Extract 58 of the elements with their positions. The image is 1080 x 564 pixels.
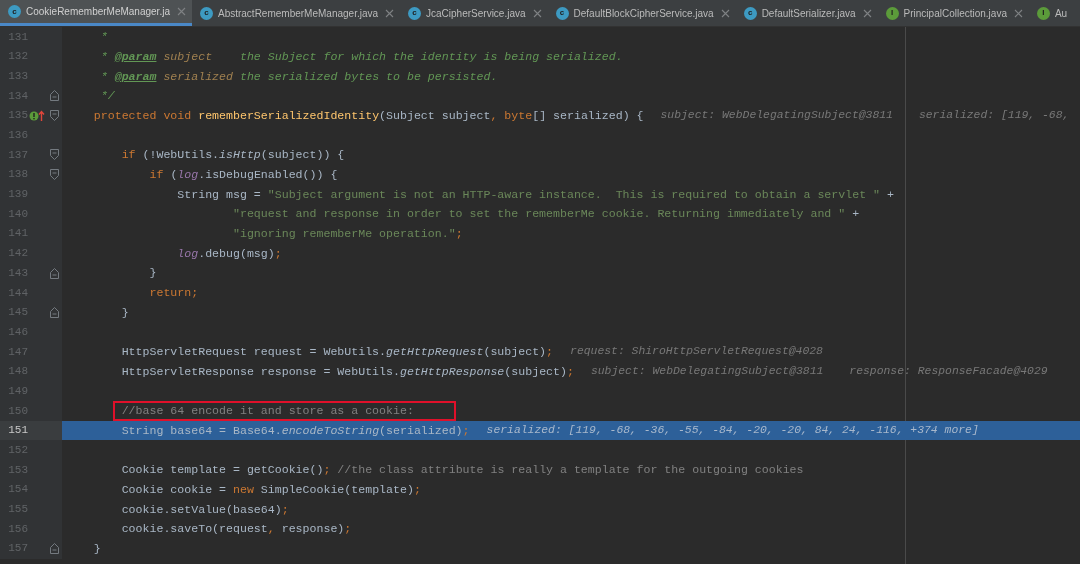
close-icon[interactable] [532, 8, 542, 18]
editor-tab[interactable]: c DefaultBlockCipherService.java [547, 0, 736, 26]
fold-marker-icon[interactable] [49, 543, 59, 555]
close-icon[interactable] [176, 7, 186, 16]
close-icon[interactable] [720, 8, 730, 18]
code-line: HttpServletResponse response = WebUtils.getHttpResponse(subject); [120, 363, 574, 380]
fold-marker-icon[interactable] [49, 169, 59, 181]
debug-value-hint: request: ShiroHttpServletRequest@4028 [570, 344, 823, 360]
code-line: log.debug(msg); [176, 245, 282, 262]
code-line: "ignoring rememberMe operation."; [231, 226, 463, 242]
class-icon: c [199, 6, 213, 20]
implements-marker-icon[interactable] [29, 109, 45, 122]
fold-marker-icon[interactable] [49, 90, 59, 102]
code-line: HttpServletRequest request = WebUtils.getHttpRequest(subject); [120, 344, 554, 361]
editor-tab[interactable]: c AbstractRememberMeManager.java [191, 0, 401, 26]
code-line: * [99, 29, 108, 46]
code-line: } [148, 265, 157, 282]
code-line: //base 64 encode it and store as a cookie: [120, 403, 414, 420]
code-line: String base64 = Base64.encodeToString(serialized); [120, 422, 470, 439]
class-icon: c [8, 5, 21, 18]
code-line: Cookie template = getCookie(); //the class attribute is really a template for the outgoing cookies [120, 462, 804, 479]
debug-value-hint: subject: WebDelegatingSubject@3811 [660, 108, 893, 124]
editor-tab[interactable]: I PrincipalCollection.java [877, 0, 1029, 26]
code-line: "request and response in order to set the rememberMe cookie. Returning immediately and " + [231, 206, 860, 223]
code-line: if (!WebUtils.isHttp(subject)) { [120, 147, 345, 164]
debug-value-hint: subject: WebDelegatingSubject@3811 [590, 363, 824, 379]
class-icon: c [555, 6, 569, 20]
debug-value-hint: serialized: [119, -68, [918, 108, 1070, 124]
fold-marker-icon[interactable] [49, 149, 59, 161]
code-line: * @param subject the Subject for which the identity is being serialized. [99, 48, 623, 65]
interface-icon: I [885, 6, 899, 20]
fold-marker-icon[interactable] [49, 267, 59, 279]
class-icon: c [743, 6, 757, 20]
code-line: } [92, 541, 101, 557]
close-icon[interactable] [385, 8, 395, 18]
code-line: String msg = "Subject argument is not an HTTP-aware instance. This is required to obtain a servlet " + [176, 186, 894, 203]
editor-tab[interactable]: c JcaCipherService.java [400, 0, 548, 26]
editor-tab[interactable]: c CookieRememberMeManager.ja [0, 0, 192, 26]
editor-tab[interactable]: I Au [1028, 0, 1074, 26]
debug-value-hint: serialized: [119, -68, -36, -55, -84, -20, -20, 84, 24, -116, +374 more] [486, 423, 979, 439]
code-line: } [120, 304, 129, 321]
code-line: * @param serialized the serialized bytes to be persisted. [99, 68, 498, 85]
interface-icon: I [1036, 6, 1050, 20]
code-line: cookie.setValue(base64); [120, 501, 289, 518]
editor-tab[interactable]: c DefaultSerializer.java [735, 0, 878, 26]
close-icon[interactable] [1013, 8, 1023, 18]
code-line: return; [148, 285, 199, 302]
line-number: 151 [7, 423, 28, 439]
code-line: cookie.saveTo(request, response); [120, 521, 352, 538]
code-line: Cookie cookie = new SimpleCookie(template); [120, 481, 421, 498]
class-icon: c [408, 6, 422, 20]
debug-value-hint: response: ResponseFacade@4029 [849, 363, 1048, 379]
code-line: */ [99, 88, 115, 105]
close-icon[interactable] [862, 8, 872, 18]
fold-marker-icon[interactable] [49, 110, 59, 122]
fold-marker-icon[interactable] [49, 306, 59, 318]
code-line: if (log.isDebugEnabled()) { [148, 166, 338, 183]
code-line: protected void rememberSerializedIdentity(Subject subject, byte[] serialized) { [92, 107, 644, 124]
